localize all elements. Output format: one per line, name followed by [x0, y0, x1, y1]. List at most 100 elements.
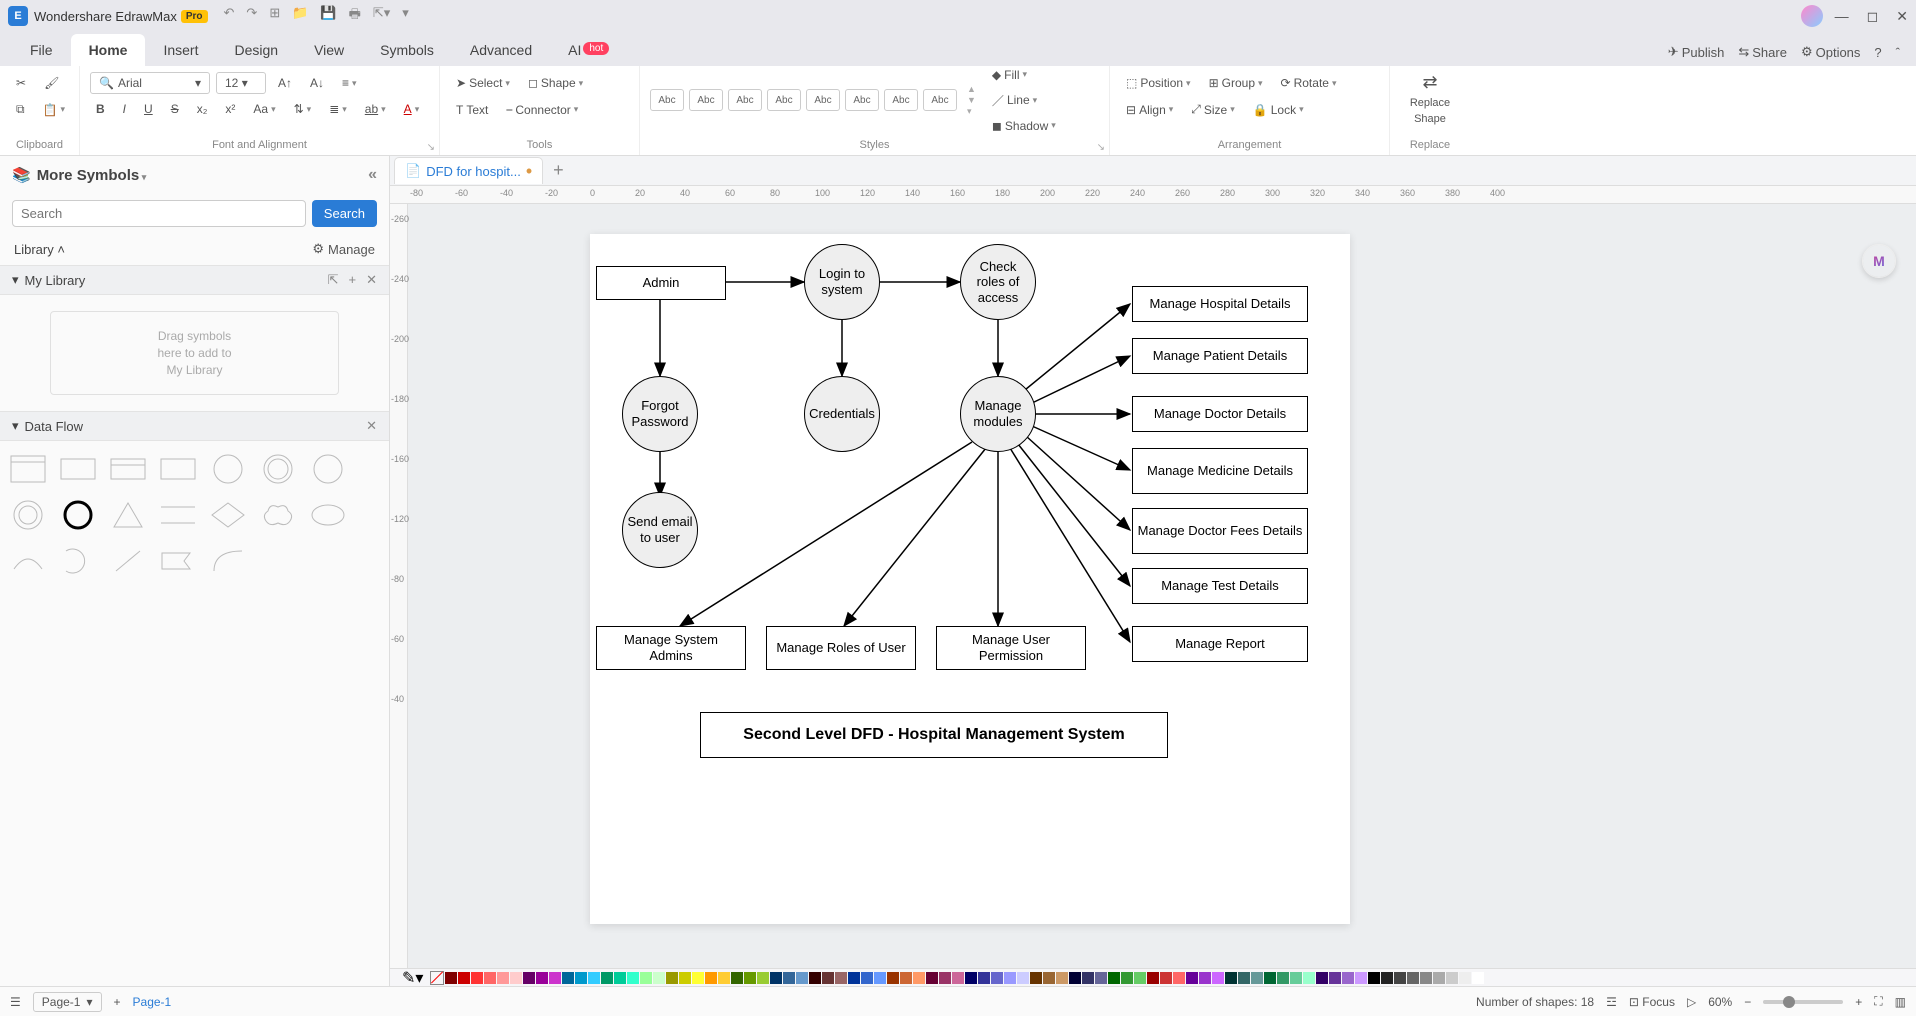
- line-spacing-icon[interactable]: ⇅: [288, 98, 318, 120]
- color-swatch[interactable]: [1355, 972, 1367, 984]
- collapse-panel-icon[interactable]: «: [368, 166, 377, 184]
- color-swatch[interactable]: [1108, 972, 1120, 984]
- library-dropzone[interactable]: Drag symbolshere to add toMy Library: [50, 311, 339, 395]
- shape-circle3[interactable]: [308, 451, 348, 487]
- color-swatch[interactable]: [601, 972, 613, 984]
- color-swatch[interactable]: [666, 972, 678, 984]
- color-swatch[interactable]: [1316, 972, 1328, 984]
- connector-tool[interactable]: ⎯ Connector: [500, 98, 584, 121]
- dataflow-header[interactable]: Data Flow: [25, 419, 84, 434]
- rotate-button[interactable]: ⟳ Rotate: [1275, 72, 1343, 94]
- color-swatch[interactable]: [731, 972, 743, 984]
- color-swatch[interactable]: [1329, 972, 1341, 984]
- color-swatch[interactable]: [1173, 972, 1185, 984]
- tab-file[interactable]: File: [12, 34, 71, 66]
- shape-datastore[interactable]: [158, 497, 198, 533]
- dfd-medicine[interactable]: Manage Medicine Details: [1132, 448, 1308, 494]
- user-avatar[interactable]: [1801, 5, 1823, 27]
- zoom-slider[interactable]: [1763, 1000, 1843, 1004]
- shape-tool[interactable]: ◻ Shape: [522, 72, 589, 94]
- cut-icon[interactable]: ✂: [10, 72, 32, 94]
- color-swatch[interactable]: [549, 972, 561, 984]
- shape-circle2[interactable]: [258, 451, 298, 487]
- shadow-button[interactable]: ◼ Shadow: [986, 115, 1062, 137]
- bullets-icon[interactable]: ≣: [323, 98, 353, 120]
- zoom-level[interactable]: 60%: [1708, 995, 1732, 1009]
- dfd-manage-modules[interactable]: Manage modules: [960, 376, 1036, 452]
- position-button[interactable]: ⬚ Position: [1120, 72, 1197, 94]
- shape-cloud[interactable]: [258, 497, 298, 533]
- color-swatch[interactable]: [627, 972, 639, 984]
- subscript-icon[interactable]: x₂: [191, 98, 214, 120]
- color-swatch[interactable]: [640, 972, 652, 984]
- chevron-down-icon[interactable]: ▾: [12, 418, 19, 434]
- highlight-icon[interactable]: ab: [359, 98, 392, 120]
- color-swatch[interactable]: [653, 972, 665, 984]
- color-swatch[interactable]: [562, 972, 574, 984]
- shape-arc3[interactable]: [208, 543, 248, 579]
- color-swatch[interactable]: [1212, 972, 1224, 984]
- dfd-hospital[interactable]: Manage Hospital Details: [1132, 286, 1308, 322]
- dfd-send-email[interactable]: Send email to user: [622, 492, 698, 568]
- color-swatch[interactable]: [588, 972, 600, 984]
- document-tab[interactable]: 📄 DFD for hospit... •: [394, 157, 543, 184]
- color-swatch[interactable]: [757, 972, 769, 984]
- color-swatch[interactable]: [1043, 972, 1055, 984]
- my-library-header[interactable]: My Library: [25, 273, 86, 288]
- manage-library-button[interactable]: ⚙ Manage: [312, 241, 375, 257]
- save-icon[interactable]: 💾: [320, 5, 336, 27]
- styles-launcher-icon[interactable]: ↘: [1097, 142, 1105, 153]
- format-painter-icon[interactable]: 🖌: [38, 72, 65, 94]
- shape-rect3[interactable]: [158, 451, 198, 487]
- dfd-system-admins[interactable]: Manage System Admins: [596, 626, 746, 670]
- paste-button[interactable]: 📋: [37, 99, 71, 121]
- tab-advanced[interactable]: Advanced: [452, 34, 550, 66]
- dfd-admin[interactable]: Admin: [596, 266, 726, 300]
- color-swatch[interactable]: [1056, 972, 1068, 984]
- dfd-check-roles[interactable]: Check roles of access: [960, 244, 1036, 320]
- presentation-icon[interactable]: ▷: [1687, 995, 1696, 1009]
- color-swatch[interactable]: [1433, 972, 1445, 984]
- color-swatch[interactable]: [1186, 972, 1198, 984]
- color-swatch[interactable]: [874, 972, 886, 984]
- bold-icon[interactable]: B: [90, 98, 111, 120]
- dfd-test[interactable]: Manage Test Details: [1132, 568, 1308, 604]
- shape-ring[interactable]: [8, 497, 48, 533]
- color-swatch[interactable]: [1147, 972, 1159, 984]
- tab-design[interactable]: Design: [216, 34, 296, 66]
- collapse-ribbon-icon[interactable]: ˆ: [1896, 45, 1900, 60]
- size-button[interactable]: ⤢ Size: [1185, 98, 1240, 121]
- color-swatch[interactable]: [445, 972, 457, 984]
- color-swatch[interactable]: [939, 972, 951, 984]
- focus-mode[interactable]: ⊡ Focus: [1629, 995, 1675, 1009]
- color-swatch[interactable]: [471, 972, 483, 984]
- gallery-up-icon[interactable]: ▲: [967, 84, 976, 94]
- minimize-icon[interactable]: —: [1835, 8, 1849, 25]
- library-dropdown[interactable]: Library ˄: [14, 242, 65, 257]
- color-swatch[interactable]: [1082, 972, 1094, 984]
- color-swatch[interactable]: [809, 972, 821, 984]
- maximize-icon[interactable]: ◻: [1867, 8, 1879, 25]
- color-swatch[interactable]: [1459, 972, 1471, 984]
- color-swatch[interactable]: [1472, 972, 1484, 984]
- gallery-more-icon[interactable]: ▾: [967, 106, 976, 117]
- lock-button[interactable]: 🔒 Lock: [1247, 99, 1310, 121]
- color-swatch[interactable]: [1225, 972, 1237, 984]
- shape-ellipse[interactable]: [308, 497, 348, 533]
- color-swatch[interactable]: [536, 972, 548, 984]
- color-swatch[interactable]: [1303, 972, 1315, 984]
- color-swatch[interactable]: [484, 972, 496, 984]
- color-swatch[interactable]: [887, 972, 899, 984]
- underline-icon[interactable]: U: [138, 98, 159, 120]
- color-swatch[interactable]: [822, 972, 834, 984]
- color-swatch[interactable]: [952, 972, 964, 984]
- shape-entity1[interactable]: [8, 451, 48, 487]
- shape-circle1[interactable]: [208, 451, 248, 487]
- shape-flag[interactable]: [158, 543, 198, 579]
- dfd-doctor-fees[interactable]: Manage Doctor Fees Details: [1132, 508, 1308, 554]
- dfd-report[interactable]: Manage Report: [1132, 626, 1308, 662]
- group-button[interactable]: ⊞ Group: [1203, 72, 1269, 94]
- fit-page-icon[interactable]: ⛶: [1874, 994, 1882, 1009]
- export-lib-icon[interactable]: ⇱: [328, 272, 339, 288]
- tab-view[interactable]: View: [296, 34, 362, 66]
